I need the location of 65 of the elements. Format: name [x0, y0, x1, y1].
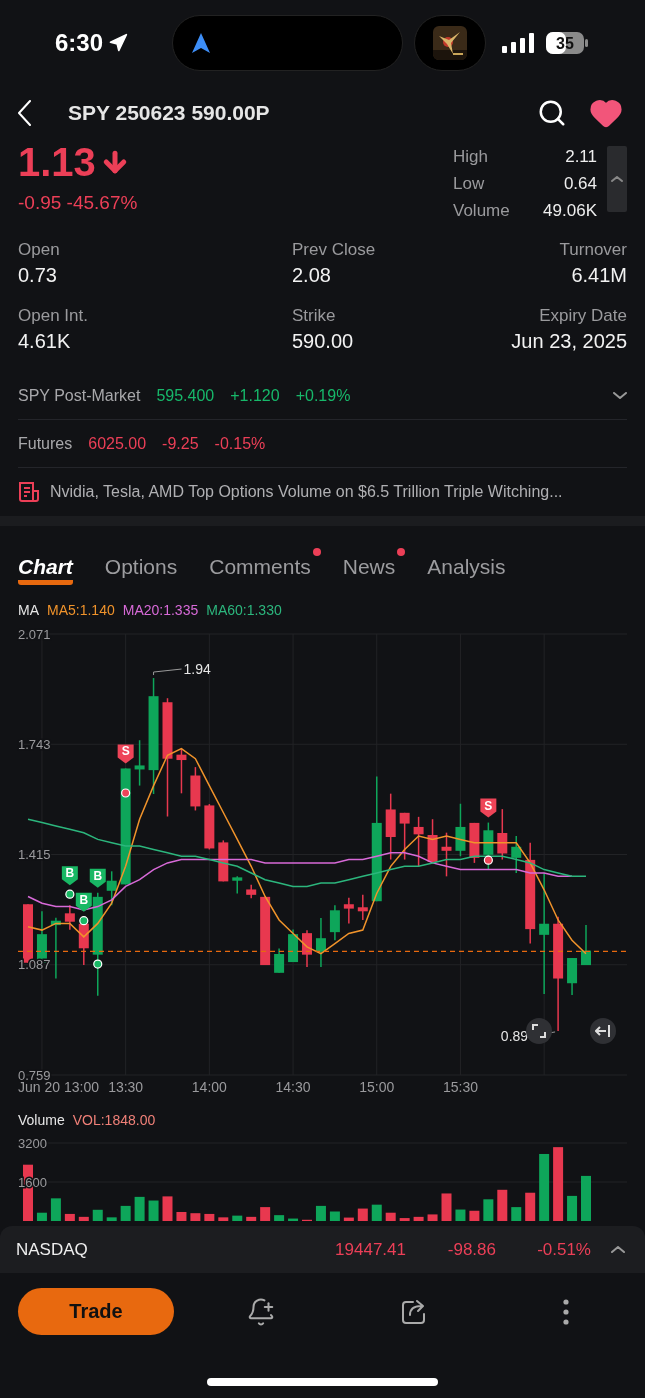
stat-value: 6.41M — [571, 264, 627, 287]
indicator-value: MA60:1.330 — [206, 602, 282, 618]
market-value: 595.400 — [156, 386, 215, 405]
stat-value: 2.08 — [292, 264, 331, 287]
point — [65, 889, 75, 899]
axis-label: 14:00 — [191, 1079, 227, 1095]
axis-label: 14:30 — [275, 1079, 311, 1095]
stat-label: Prev Close — [292, 240, 376, 260]
point — [79, 916, 89, 926]
axis-label: 15:00 — [359, 1079, 395, 1095]
price-extreme-label: 0.89 — [500, 1027, 529, 1044]
market-value: -9.25 — [162, 434, 199, 453]
price-extreme-label: 1.94 — [183, 661, 211, 678]
index-name: NASDAQ — [16, 1239, 89, 1260]
volume-reading: VOL:1848.00 — [72, 1112, 156, 1128]
axis-label: 15:30 — [442, 1079, 478, 1095]
stat-label: Open — [18, 240, 60, 260]
legend-label: B — [93, 868, 103, 883]
market-name: Futures — [18, 434, 73, 453]
volume-title: Volume — [18, 1112, 65, 1128]
contract-title: SPY 250623 590.00P — [68, 101, 271, 125]
market-value: +0.19% — [295, 386, 351, 405]
index-value: -98.86 — [446, 1239, 496, 1260]
market-name: SPY Post-Market — [18, 386, 141, 405]
stat-value: 4.61K — [18, 330, 71, 353]
section-tab[interactable]: Options — [104, 553, 178, 585]
axis-label: 1.743 — [18, 736, 51, 752]
section-tab[interactable]: Analysis — [427, 553, 506, 585]
axis-label: 13:30 — [108, 1079, 144, 1095]
news-headline[interactable]: Nvidia, Tesla, AMD Top Options Volume on $6.5 Trillion Triple Witching... — [50, 483, 563, 501]
point — [93, 959, 103, 969]
section-tab[interactable]: Comments — [209, 553, 311, 585]
status-time: 6:30 — [55, 29, 104, 57]
axis-label: 2.071 — [18, 626, 51, 642]
range-label: High — [453, 146, 489, 168]
stat-label: Expiry Date — [539, 306, 627, 326]
stat-value: 590.00 — [292, 330, 354, 353]
stat-value: 0.73 — [18, 264, 57, 287]
stat-label: Strike — [292, 306, 336, 326]
stat-label: Turnover — [559, 240, 627, 260]
indicator-value: MA20:1.335 — [122, 602, 199, 618]
index-ticker-bar[interactable]: NASDAQ 19447.41 -98.86 -0.51% — [0, 1226, 645, 1273]
market-value: +1.120 — [230, 386, 280, 405]
point — [121, 788, 131, 798]
indicator-value: MA5:1.140 — [47, 602, 115, 618]
range-value: 49.06K — [543, 200, 597, 222]
market-value: -0.15% — [214, 434, 266, 453]
index-value: 19447.41 — [334, 1239, 406, 1260]
section-tab[interactable]: News — [342, 553, 396, 585]
indicator-name: MA — [18, 602, 39, 618]
trade-button[interactable]: Trade — [18, 1288, 174, 1335]
point — [483, 855, 493, 865]
section-tab[interactable]: Chart — [18, 553, 73, 585]
range-label: Low — [453, 173, 486, 195]
axis-label: 1.415 — [18, 847, 51, 862]
price-change: -0.95 -45.67% — [18, 192, 138, 214]
index-value: -0.51% — [536, 1239, 591, 1260]
last-price: 1.13 — [18, 140, 96, 184]
range-value: 2.11 — [564, 146, 597, 168]
market-value: 6025.00 — [88, 434, 147, 453]
range-value: 0.64 — [562, 173, 597, 195]
stat-label: Open Int. — [18, 306, 88, 326]
axis-label: 3200 — [18, 1135, 47, 1151]
stat-value: Jun 23, 2025 — [511, 330, 627, 353]
range-label: Volume — [453, 200, 511, 222]
